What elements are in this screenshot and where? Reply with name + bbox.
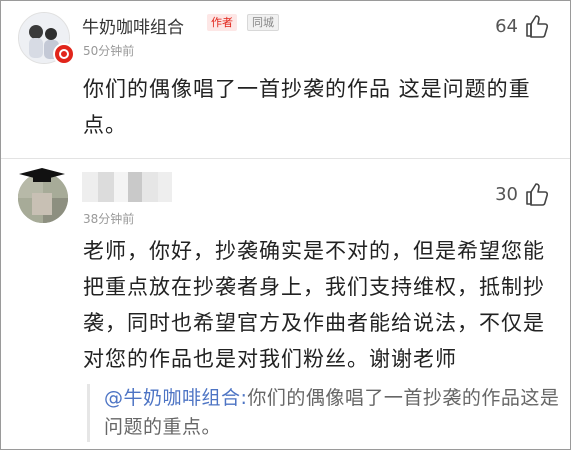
timestamp: 50分钟前 — [83, 44, 135, 58]
comment-list: 牛奶咖啡组合 作者 同城 50分钟前 64 你们的偶像唱了一首抄袭的作品 这是问… — [0, 0, 571, 450]
comment-text: 老师，你好，抄袭确实是不对的，但是希望您能把重点放在抄袭者身上，我们支持维权，抵… — [83, 239, 545, 371]
like-button[interactable]: 64 — [495, 13, 550, 39]
graduation-cap-icon — [19, 168, 65, 182]
comment-item: 牛奶咖啡组合 作者 同城 50分钟前 64 你们的偶像唱了一首抄袭的作品 这是问… — [1, 1, 570, 157]
thumbs-up-icon[interactable] — [524, 13, 550, 39]
username-blurred[interactable] — [82, 172, 172, 202]
like-count: 64 — [495, 15, 518, 37]
like-button[interactable]: 30 — [495, 181, 550, 207]
author-tag: 作者 — [207, 14, 237, 31]
thumbs-up-icon[interactable] — [524, 181, 550, 207]
like-count: 30 — [495, 183, 518, 205]
same-city-tag: 同城 — [247, 14, 279, 31]
username[interactable]: 牛奶咖啡组合 — [82, 13, 184, 38]
divider — [1, 158, 570, 159]
quoted-reply[interactable]: @牛奶咖啡组合:你们的偶像唱了一首抄袭的作品这是问题的重点。 — [87, 384, 570, 442]
verified-badge-icon — [53, 43, 75, 65]
quote-mention[interactable]: @牛奶咖啡组合: — [104, 387, 247, 409]
timestamp: 38分钟前 — [83, 212, 135, 226]
comment-text: 你们的偶像唱了一首抄袭的作品 这是问题的重点。 — [83, 77, 531, 137]
